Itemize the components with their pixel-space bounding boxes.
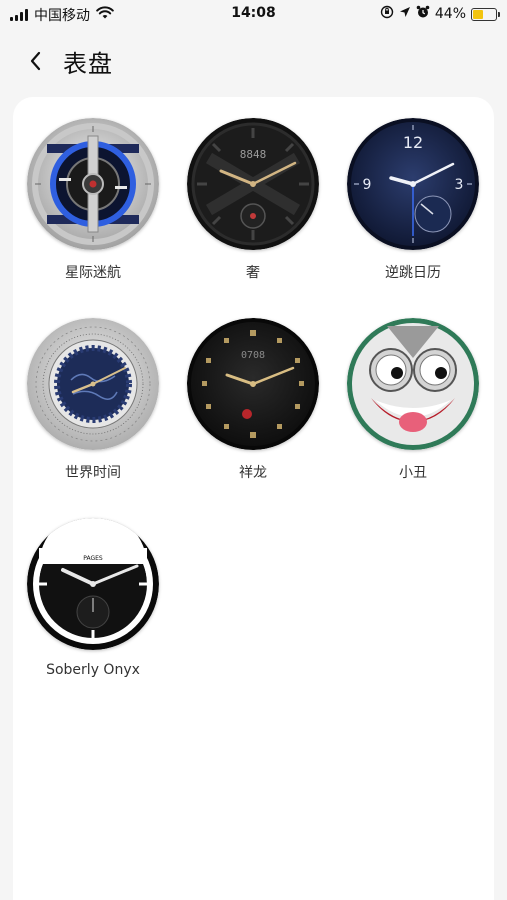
watch-face-tile-7[interactable]: PAGES Soberly Onyx (13, 518, 173, 678)
watch-face-label-5: 祥龙 (239, 465, 267, 481)
watch-face-preview-5: 0708 (187, 318, 319, 450)
watch-face-tile-2[interactable]: 8848 奢 (173, 118, 333, 282)
back-button[interactable] (18, 46, 52, 76)
watch-face-tile-6[interactable]: 小丑 (333, 318, 493, 482)
nav-header: 表盘 (0, 40, 507, 80)
watch-face-label-4: 世界时间 (65, 465, 121, 481)
watch-face-3-numeral-9: 9 (363, 177, 372, 193)
watch-face-preview-1 (27, 118, 159, 250)
page-title: 表盘 (63, 50, 113, 78)
status-bar: 中国移动 14:08 44% (0, 0, 507, 28)
watch-face-2-digital-time: 8848 (240, 148, 267, 161)
watch-face-tile-5[interactable]: 0708 祥龙 (173, 318, 333, 482)
watch-face-preview-2: 8848 (187, 118, 319, 250)
watch-face-label-7: Soberly Onyx (46, 662, 140, 678)
watch-face-label-6: 小丑 (399, 465, 427, 481)
chevron-left-icon (30, 51, 41, 71)
alarm-clock-icon (416, 5, 430, 23)
location-arrow-icon (399, 6, 411, 22)
status-right: 44% (380, 5, 500, 23)
watch-face-preview-6 (347, 318, 479, 450)
watch-face-tile-1[interactable]: 星际迷航 (13, 118, 173, 282)
watch-face-label-2: 奢 (246, 265, 260, 281)
battery-percent: 44% (434, 6, 466, 22)
watch-face-tile-4[interactable]: 世界时间 (13, 318, 173, 482)
watch-face-7-brand: PAGES (83, 555, 103, 562)
watch-face-label-1: 星际迷航 (65, 265, 121, 281)
watch-face-label-3: 逆跳日历 (385, 265, 441, 281)
watch-face-5-digital-time: 0708 (241, 350, 265, 361)
watch-face-3-numeral-3: 3 (455, 177, 464, 193)
watch-face-preview-7: PAGES (27, 518, 159, 650)
watch-face-3-numeral-12: 12 (403, 133, 423, 152)
watch-face-preview-3: 12 3 9 (347, 118, 479, 250)
watch-face-preview-4 (27, 318, 159, 450)
watch-face-tile-3[interactable]: 12 3 9 逆跳日历 (333, 118, 493, 282)
battery-fill (473, 9, 483, 19)
orientation-lock-icon (380, 5, 394, 23)
battery-icon (471, 7, 500, 21)
